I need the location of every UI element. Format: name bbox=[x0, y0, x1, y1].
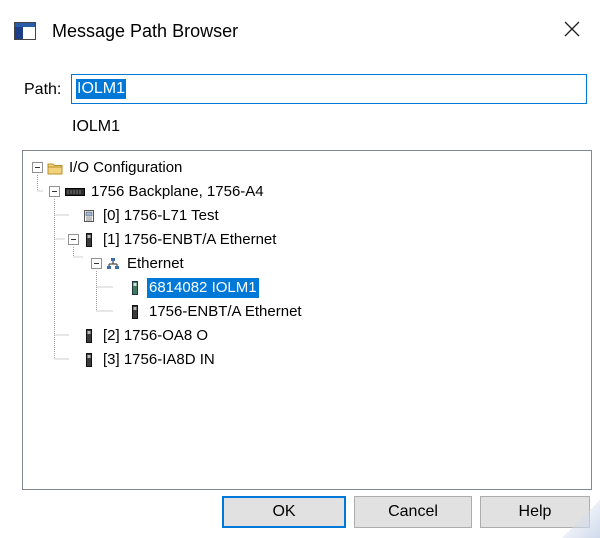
tree-node-ethernet-network[interactable]: Ethernet bbox=[105, 253, 186, 275]
tree-node-slot2-oa8[interactable]: [2] 1756-OA8 O bbox=[81, 325, 210, 347]
module-icon bbox=[81, 328, 97, 344]
folder-icon bbox=[47, 160, 63, 176]
close-button[interactable] bbox=[552, 12, 592, 50]
module-icon bbox=[127, 304, 143, 320]
module-icon bbox=[81, 352, 97, 368]
tree-node-backplane[interactable]: 1756 Backplane, 1756-A4 bbox=[65, 181, 266, 203]
path-label: Path: bbox=[24, 81, 62, 98]
collapse-ethernet-network[interactable] bbox=[91, 258, 102, 269]
tree-node-slot0-controller[interactable]: [0] 1756-L71 Test bbox=[81, 205, 221, 227]
path-input[interactable]: IOLM1 bbox=[71, 74, 587, 104]
tree-node-iolm1[interactable]: 6814082 IOLM1 bbox=[127, 277, 259, 299]
help-button[interactable]: Help bbox=[480, 496, 590, 528]
tree-node-io-configuration[interactable]: I/O Configuration bbox=[47, 157, 184, 179]
cancel-button[interactable]: Cancel bbox=[354, 496, 472, 528]
close-icon bbox=[564, 21, 580, 42]
selected-node-label: 6814082 IOLM1 bbox=[147, 278, 259, 298]
title-bar: Message Path Browser bbox=[0, 0, 600, 62]
controller-icon bbox=[81, 208, 97, 224]
module-icon bbox=[81, 232, 97, 248]
resolved-path-text: IOLM1 bbox=[72, 118, 121, 135]
path-input-value: IOLM1 bbox=[76, 79, 127, 99]
window-app-icon bbox=[14, 22, 36, 40]
backplane-icon bbox=[65, 184, 85, 200]
io-configuration-tree[interactable]: I/O Configuration 1756 Backplane, 1756-A… bbox=[22, 150, 592, 490]
tree-node-slot3-ia8d[interactable]: [3] 1756-IA8D IN bbox=[81, 349, 217, 371]
network-icon bbox=[105, 256, 121, 272]
collapse-io-configuration[interactable] bbox=[32, 162, 43, 173]
collapse-enbt-module[interactable] bbox=[68, 234, 79, 245]
collapse-backplane[interactable] bbox=[49, 186, 60, 197]
tree-node-slot1-enbt[interactable]: [1] 1756-ENBT/A Ethernet bbox=[81, 229, 278, 251]
ok-button[interactable]: OK bbox=[222, 496, 346, 528]
tree-node-enbt-peer[interactable]: 1756-ENBT/A Ethernet bbox=[127, 301, 304, 323]
window-title: Message Path Browser bbox=[52, 21, 239, 41]
module-icon bbox=[127, 280, 143, 296]
